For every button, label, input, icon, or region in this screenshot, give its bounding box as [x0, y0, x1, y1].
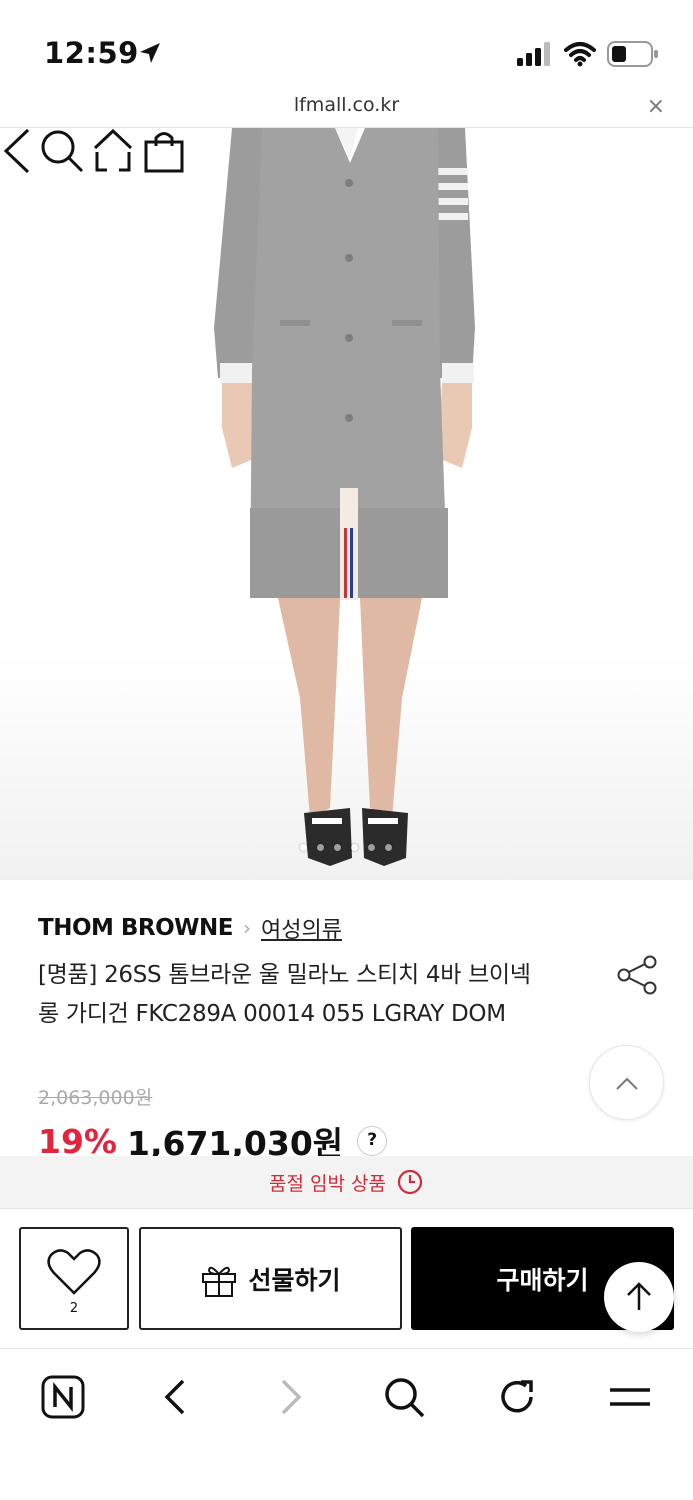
menu-icon[interactable]: [606, 1373, 654, 1421]
cellular-signal-icon: [517, 42, 550, 66]
brand-breadcrumb: THOM BROWNE › 여성의류: [38, 912, 342, 944]
purchase-bar: 2 선물하기 구매하기: [0, 1208, 693, 1348]
browser-toolbar: [0, 1348, 693, 1500]
status-time: 12:59: [44, 36, 139, 70]
brand-name[interactable]: THOM BROWNE: [38, 915, 234, 941]
carousel-dot[interactable]: [368, 844, 375, 851]
notice-text: 품절 임박 상품: [269, 1172, 386, 1195]
product-title: [명품] 26SS 톰브라운 울 밀라노 스티치 4바 브이넥 롱 가디건 FK…: [38, 962, 531, 1027]
status-bar: 12:59: [0, 0, 693, 90]
clock-icon: [397, 1169, 423, 1195]
scroll-to-top-button[interactable]: [604, 1262, 674, 1332]
carousel-dot[interactable]: [385, 844, 392, 851]
category-link[interactable]: 여성의류: [261, 912, 342, 944]
carousel-dot[interactable]: [300, 844, 307, 851]
arrow-up-icon: [627, 1282, 651, 1310]
carousel-dot[interactable]: [317, 844, 324, 851]
browser-search-icon[interactable]: [380, 1373, 428, 1421]
carousel-dot[interactable]: [351, 844, 358, 851]
browser-back-icon[interactable]: [152, 1373, 200, 1421]
cardigan-photo: [214, 128, 475, 866]
heart-icon: [47, 1249, 101, 1295]
wishlist-button[interactable]: 2: [19, 1227, 129, 1330]
gift-button[interactable]: 선물하기: [139, 1227, 402, 1330]
chevron-right-icon: ›: [243, 916, 252, 940]
original-price: 2,063,000원: [38, 1087, 153, 1109]
low-stock-notice: 품절 임박 상품: [0, 1156, 693, 1208]
gift-icon: [202, 1266, 237, 1297]
discount-rate: 19%: [38, 1121, 117, 1161]
carousel-dot[interactable]: [334, 844, 341, 851]
naver-home-icon[interactable]: [39, 1373, 87, 1421]
carousel-indicator[interactable]: [300, 844, 392, 851]
collapse-button[interactable]: [589, 1045, 664, 1120]
share-icon[interactable]: [614, 952, 660, 998]
browser-forward-icon[interactable]: [266, 1373, 314, 1421]
refresh-icon[interactable]: [493, 1373, 541, 1421]
wishlist-count: 2: [69, 1301, 79, 1316]
gift-label: 선물하기: [248, 1265, 341, 1295]
battery-icon: [607, 41, 658, 67]
chevron-up-icon: [616, 1077, 638, 1090]
close-icon[interactable]: ×: [647, 94, 665, 119]
price-help-icon[interactable]: ?: [357, 1126, 388, 1156]
location-arrow-icon: [140, 43, 160, 63]
product-image[interactable]: [0, 128, 693, 880]
url-text[interactable]: lfmall.co.kr: [0, 94, 693, 116]
wifi-icon: [564, 42, 596, 67]
address-bar[interactable]: lfmall.co.kr ×: [0, 90, 693, 128]
